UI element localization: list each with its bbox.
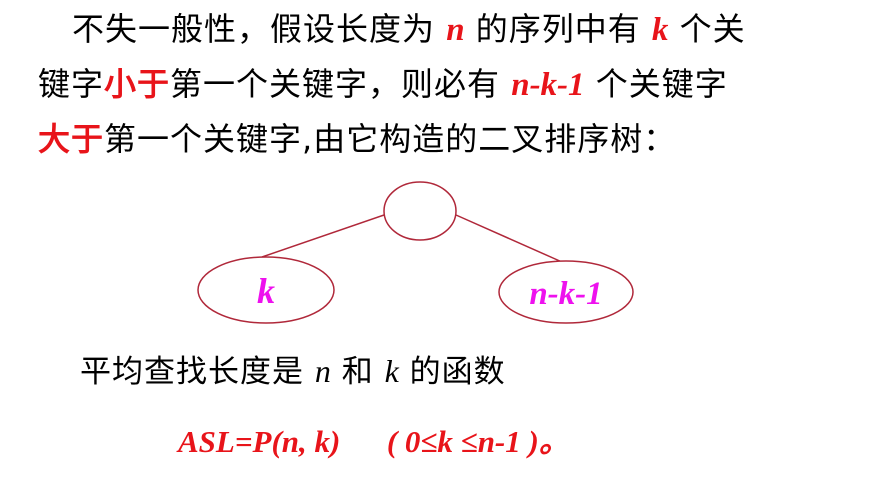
average-search-length-sentence: 平均查找长度是 n 和 k 的函数 xyxy=(80,349,506,394)
variable-n: n xyxy=(314,353,331,389)
text-segment: 和 xyxy=(330,354,385,390)
text-segment: 的函数 xyxy=(398,354,506,390)
root-node xyxy=(383,181,457,241)
variable-k: k xyxy=(384,353,399,389)
right-subtree-label: n-k-1 xyxy=(529,276,602,312)
asl-formula: ASL=P(n, k) ( 0≤k ≤n-1 )。 xyxy=(178,424,570,459)
binary-tree-diagram: k n-k-1 xyxy=(197,181,634,324)
edge-root-left xyxy=(261,214,385,258)
left-subtree-label: k xyxy=(257,271,275,311)
text-segment: 平均查找长度是 xyxy=(80,354,315,390)
edge-root-right xyxy=(455,214,563,263)
